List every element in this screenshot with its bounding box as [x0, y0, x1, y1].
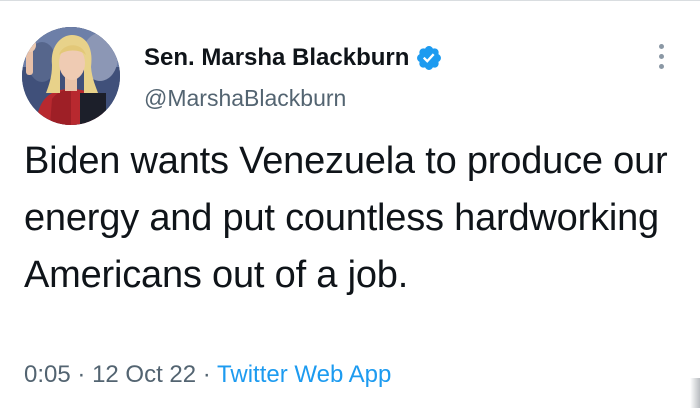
profile-photo-icon [22, 27, 120, 125]
more-vertical-icon[interactable] [651, 41, 671, 73]
page-edge-shadow [690, 378, 700, 408]
tweet-source-link[interactable]: Twitter Web App [217, 361, 391, 388]
tweet-time[interactable]: 0:05 [24, 361, 71, 388]
tweet-text: Biden wants Venezuela to produce our ene… [24, 140, 668, 296]
tweet-date[interactable]: 12 Oct 22 [92, 361, 196, 388]
author-name-row[interactable]: Sen. Marsha Blackburn [144, 41, 443, 75]
author-handle[interactable]: @MarshaBlackburn [144, 85, 346, 112]
meta-separator: · [77, 361, 86, 388]
avatar[interactable] [22, 27, 120, 125]
meta-separator: · [202, 361, 211, 388]
tweet-card: Sen. Marsha Blackburn @MarshaBlackburn B… [0, 0, 700, 408]
verified-badge-icon [417, 46, 442, 70]
display-name[interactable]: Sen. Marsha Blackburn [144, 44, 409, 72]
tweet-metadata: 0:05 · 12 Oct 22 · Twitter Web App [24, 361, 391, 389]
